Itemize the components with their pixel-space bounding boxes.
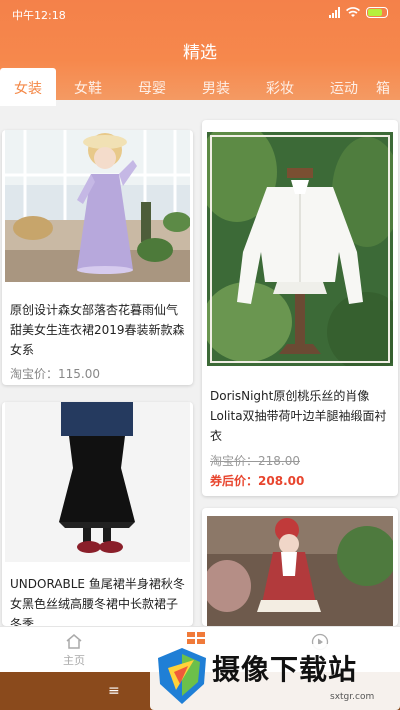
product-card-2[interactable]: DorisNight原创桃乐丝的肖像Lolita双抽带荷叶边羊腿袖缎面衬衣 淘宝…	[202, 120, 398, 496]
status-time: 中午12:18	[12, 9, 66, 22]
product-price: 淘宝价：115.00	[10, 365, 100, 382]
price-label: 淘宝价：	[210, 454, 259, 468]
price-label: 淘宝价：	[10, 367, 59, 381]
product-card-1[interactable]: 原创设计森女部落杏花暮雨仙气甜美女生连衣裙2019春装新款森女系 淘宝价：115…	[2, 130, 193, 385]
watermark-text: 摄像下载站	[212, 653, 358, 686]
product-original-price: 淘宝价：218.00	[210, 452, 300, 469]
category-tabs: 女装 女鞋 母婴 男装 彩妆 运动 箱	[0, 68, 400, 106]
watermark: 摄像下载站 sxtgr.com	[150, 644, 400, 710]
tab-mother-baby[interactable]: 母婴	[120, 68, 184, 106]
signal-icon	[329, 6, 340, 18]
tab-women-clothing[interactable]: 女装	[0, 68, 56, 106]
coupon-price-value: 208.00	[258, 474, 305, 488]
menu-icon[interactable]: ≡	[108, 683, 120, 699]
product-image-skirt[interactable]	[5, 402, 190, 562]
product-image-lolita-dress[interactable]	[207, 516, 393, 626]
status-icons	[329, 6, 388, 18]
home-icon	[66, 634, 82, 649]
tab-women-shoes[interactable]: 女鞋	[56, 68, 120, 106]
price-value: 218.00	[258, 454, 301, 468]
grid-icon	[187, 632, 205, 644]
product-card-4[interactable]	[202, 508, 398, 626]
product-card-3[interactable]: UNDORABLE 鱼尾裙半身裙秋冬女黑色丝绒高腰冬裙中长款裙子冬季	[2, 402, 193, 631]
nav-home[interactable]: 主页	[56, 633, 92, 668]
battery-icon	[366, 6, 388, 18]
product-coupon-price: 券后价：208.00	[210, 472, 304, 489]
wifi-icon	[346, 6, 360, 17]
watermark-url: sxtgr.com	[330, 692, 375, 702]
product-image-blouse[interactable]	[207, 132, 393, 366]
tab-men-clothing[interactable]: 男装	[184, 68, 248, 106]
page-title: 精选	[183, 43, 217, 63]
product-title[interactable]: DorisNight原创桃乐丝的肖像Lolita双抽带荷叶边羊腿袖缎面衬衣	[210, 386, 390, 446]
tab-sports[interactable]: 运动	[312, 68, 376, 106]
tab-luggage[interactable]: 箱	[376, 68, 400, 106]
tab-makeup[interactable]: 彩妆	[248, 68, 312, 106]
price-value: 115.00	[58, 367, 101, 381]
status-bar: 中午12:18	[0, 0, 400, 28]
product-title[interactable]: UNDORABLE 鱼尾裙半身裙秋冬女黑色丝绒高腰冬裙中长款裙子冬季	[10, 574, 185, 634]
product-title[interactable]: 原创设计森女部落杏花暮雨仙气甜美女生连衣裙2019春装新款森女系	[10, 300, 185, 360]
coupon-price-label: 券后价：	[210, 474, 259, 488]
watermark-logo-icon	[158, 648, 206, 704]
nav-home-label: 主页	[63, 654, 85, 667]
product-image-dress[interactable]	[5, 130, 190, 282]
